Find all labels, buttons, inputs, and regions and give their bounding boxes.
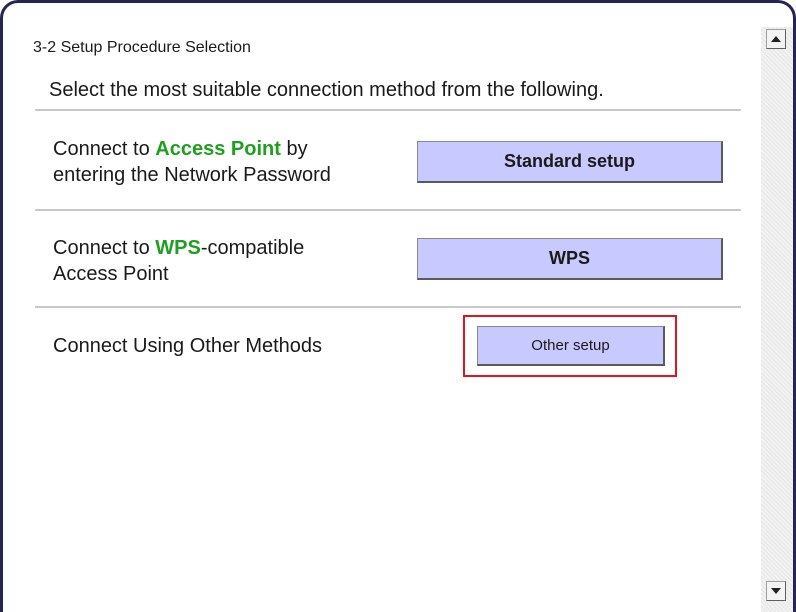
callout-highlight-box	[463, 315, 677, 377]
section-title: 3-2 Setup Procedure Selection	[33, 39, 251, 56]
option-wps-highlight: WPS	[155, 237, 201, 259]
option-wps-suffix: -compatible	[200, 237, 305, 259]
divider	[35, 306, 741, 308]
vertical-scrollbar[interactable]	[761, 27, 793, 612]
option-standard-description: Connect to Access Point by entering the …	[53, 136, 331, 188]
option-wps-prefix: Connect to	[53, 237, 156, 259]
option-standard-highlight: Access Point	[155, 138, 281, 160]
setup-window: 3-2 Setup Procedure Selection Select the…	[0, 0, 796, 612]
option-wps-line2: Access Point	[53, 263, 169, 285]
divider	[35, 209, 741, 211]
option-standard-line2: entering the Network Password	[53, 164, 331, 186]
option-other-description: Connect Using Other Methods	[53, 335, 323, 357]
option-wps-description: Connect to WPS-compatible Access Point	[53, 235, 304, 287]
option-standard-suffix: by	[280, 138, 308, 160]
wps-button[interactable]: WPS	[417, 238, 723, 280]
instruction-text: Select the most suitable connection meth…	[49, 79, 604, 101]
divider	[35, 109, 741, 111]
arrow-up-icon[interactable]	[766, 29, 786, 49]
standard-setup-button[interactable]: Standard setup	[417, 141, 723, 183]
option-standard-prefix: Connect to	[53, 138, 156, 160]
arrow-down-icon[interactable]	[766, 581, 786, 601]
